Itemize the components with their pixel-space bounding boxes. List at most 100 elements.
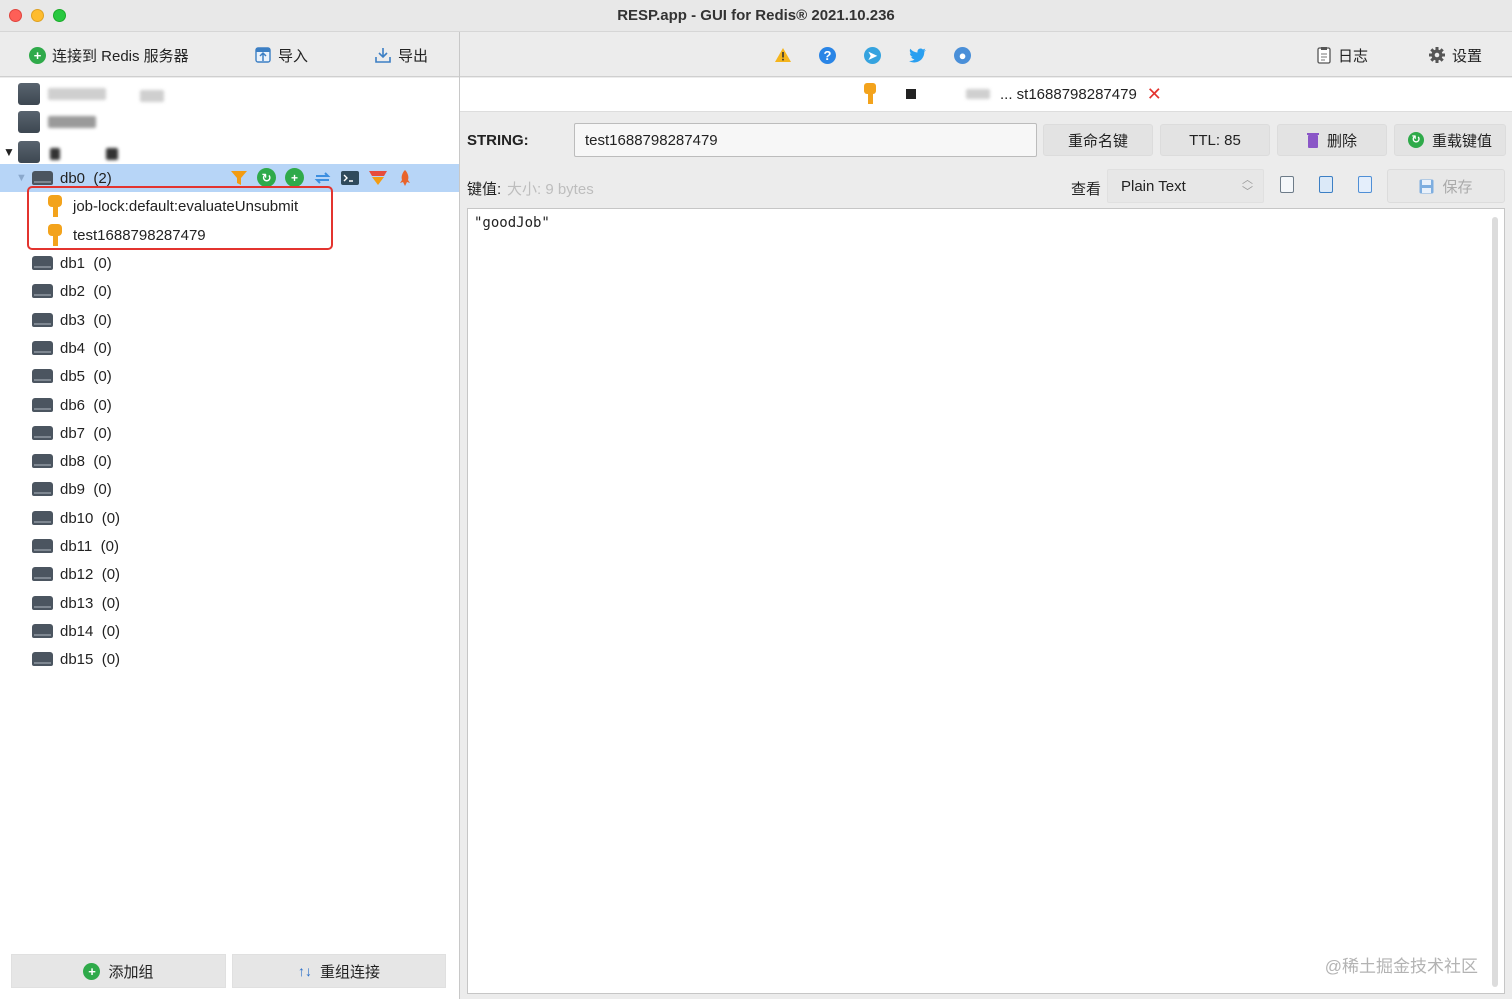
add-group-button[interactable]: + 添加组 [11, 954, 226, 988]
value-content[interactable]: "goodJob" [474, 215, 550, 231]
database-icon [32, 539, 53, 553]
plus-icon: + [83, 962, 101, 980]
log-label: 日志 [1338, 47, 1369, 65]
plus-icon: + [29, 46, 46, 64]
reload-icon[interactable]: ↻ [257, 168, 276, 187]
db-row[interactable]: db1 (0) [0, 249, 459, 277]
settings-label: 设置 [1452, 47, 1483, 65]
db-row[interactable]: db6 (0) [0, 391, 459, 419]
db-row[interactable]: db15 (0) [0, 645, 459, 673]
db-row[interactable]: db7 (0) [0, 419, 459, 447]
expand-arrow-icon[interactable]: ▼ [3, 145, 15, 159]
value-size: 大小: 9 bytes [507, 181, 594, 198]
ttl-button[interactable]: TTL: 85 [1160, 124, 1270, 156]
redacted-icon [906, 89, 916, 99]
add-key-icon[interactable]: + [285, 168, 304, 187]
db-label: db3 (0) [60, 311, 112, 329]
editor-scrollbar[interactable] [1492, 217, 1498, 987]
sync-icon[interactable] [313, 169, 332, 187]
redacted-name [50, 148, 60, 160]
connect-server-button[interactable]: + 连接到 Redis 服务器 [29, 44, 189, 66]
chevron-updown-icon: ︿ ﹀ [1242, 174, 1253, 198]
format-button[interactable] [1319, 176, 1333, 193]
import-button[interactable]: 导入 [254, 44, 308, 66]
db-row[interactable]: db11 (0) [0, 532, 459, 560]
view-mode-select[interactable]: Plain Text ︿ ﹀ [1107, 169, 1264, 203]
key-name-field[interactable]: test1688798287479 [574, 123, 1037, 157]
tab-title: ... st1688798287479 [1000, 85, 1137, 103]
reload-icon: ↻ [1407, 132, 1424, 148]
value-label: 键值: [467, 181, 502, 198]
value-editor[interactable]: "goodJob" @稀土掘金技术社区 [467, 208, 1505, 994]
export-label: 导出 [398, 47, 429, 65]
server-icon [18, 141, 40, 163]
rename-key-label: 重命名键 [1067, 132, 1128, 150]
window-title: RESP.app - GUI for Redis® 2021.10.236 [617, 7, 895, 24]
log-button[interactable]: 日志 [1316, 44, 1368, 66]
database-icon [32, 398, 53, 412]
database-icon [32, 313, 53, 327]
settings-button[interactable]: 设置 [1428, 44, 1482, 66]
database-icon [32, 369, 53, 383]
annotation-highlight-box [27, 186, 333, 250]
tab-key[interactable]: ... st1688798287479 ✕ [862, 83, 1162, 105]
save-button[interactable]: 保存 [1387, 169, 1505, 203]
db-label: db4 (0) [60, 339, 112, 357]
db-label: db11 (0) [60, 537, 119, 555]
twitter-button[interactable] [909, 44, 927, 66]
server-row[interactable] [0, 80, 459, 108]
export-button[interactable]: 导出 [374, 44, 428, 66]
delete-key-button[interactable]: 删除 [1277, 124, 1387, 156]
connect-server-label: 连接到 Redis 服务器 [52, 47, 189, 65]
import-icon [255, 47, 271, 63]
db-row[interactable]: db9 (0) [0, 475, 459, 503]
telegram-button[interactable]: ➤ [864, 44, 881, 66]
db-row[interactable]: db3 (0) [0, 306, 459, 334]
server-row-expanded[interactable]: ▼ [0, 138, 459, 166]
db-row[interactable]: db2 (0) [0, 277, 459, 305]
disconnect-icon[interactable] [397, 169, 413, 187]
server-icon [18, 111, 40, 133]
copy-button[interactable] [1280, 176, 1294, 193]
reload-value-button[interactable]: ↻ 重载键值 [1394, 124, 1506, 156]
database-icon [32, 171, 53, 185]
db-row[interactable]: db8 (0) [0, 447, 459, 475]
key-icon [864, 83, 876, 104]
github-button[interactable]: ● [954, 44, 971, 66]
filter-icon[interactable] [230, 169, 248, 187]
key-type-label: STRING: [467, 132, 529, 149]
help-button[interactable]: ? [819, 44, 836, 66]
sort-arrows-icon: ↑↓ [297, 963, 312, 979]
toolbar: + 连接到 Redis 服务器 导入 导出 ? ➤ ● 日志 设置 [0, 32, 1512, 77]
help-icon: ? [819, 46, 836, 64]
warning-icon [775, 48, 791, 62]
db-row[interactable]: db10 (0) [0, 504, 459, 532]
server-row[interactable] [0, 108, 459, 136]
connection-tree: ▼ ▼ db0 (2) ↻ + job-lock:default:evaluat… [0, 78, 459, 999]
regroup-button[interactable]: ↑↓ 重组连接 [232, 954, 446, 988]
console-icon[interactable] [341, 170, 359, 186]
database-icon [32, 652, 53, 666]
database-icon [32, 596, 53, 610]
db-row[interactable]: db5 (0) [0, 362, 459, 390]
db-row[interactable]: db14 (0) [0, 617, 459, 645]
db-row[interactable]: db13 (0) [0, 589, 459, 617]
db-label: db7 (0) [60, 424, 112, 442]
redacted-name [966, 89, 990, 99]
view-mode-label: 查看 [1071, 181, 1102, 198]
close-tab-icon[interactable]: ✕ [1147, 84, 1162, 105]
database-icon [32, 256, 53, 270]
flush-icon[interactable] [368, 170, 388, 186]
warning-button[interactable] [774, 44, 792, 66]
db-row[interactable]: db4 (0) [0, 334, 459, 362]
export-value-button[interactable] [1358, 176, 1372, 193]
db-label: db14 (0) [60, 622, 121, 640]
save-icon [1419, 179, 1434, 193]
collapse-arrow-icon[interactable]: ▼ [16, 172, 27, 184]
db-row[interactable]: db12 (0) [0, 560, 459, 588]
database-icon [32, 426, 53, 440]
redacted-name [48, 88, 106, 100]
import-label: 导入 [278, 47, 309, 65]
code-file-icon [1319, 176, 1333, 193]
rename-key-button[interactable]: 重命名键 [1043, 124, 1153, 156]
